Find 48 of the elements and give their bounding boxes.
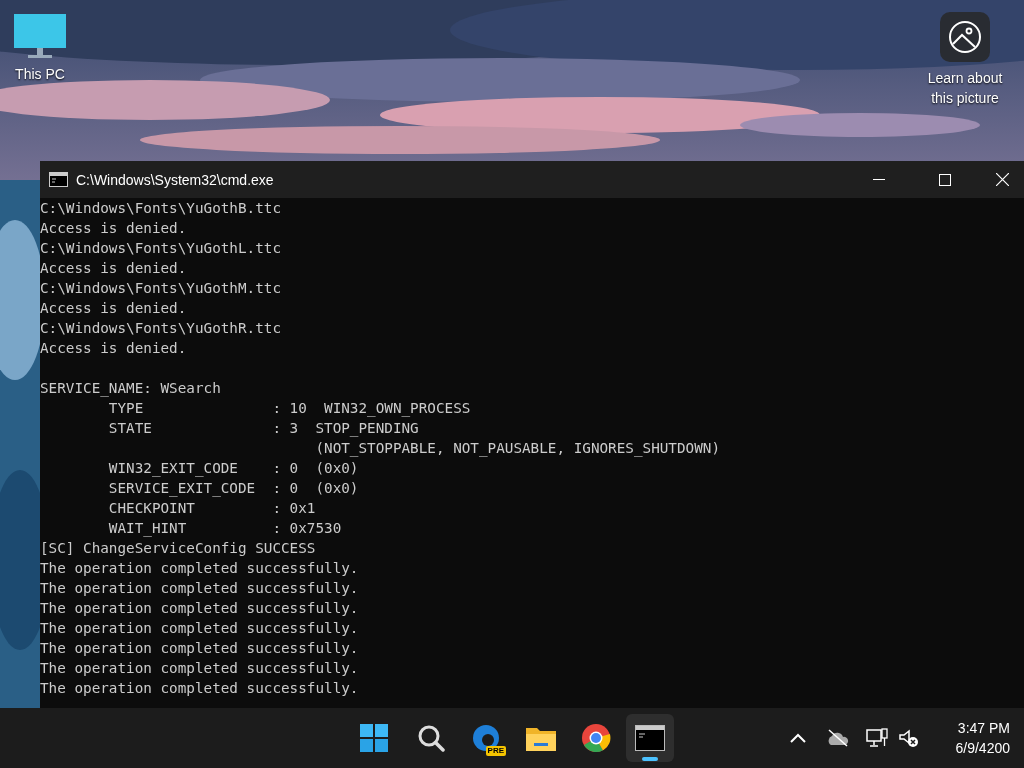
chrome-icon <box>581 723 611 753</box>
desktop-icon-label[interactable]: This PC <box>15 64 65 84</box>
folder-icon <box>526 725 556 751</box>
cloud-off-icon <box>826 729 850 747</box>
windows-logo-icon <box>360 724 388 752</box>
spotlight-button[interactable] <box>940 12 990 62</box>
badge: PRE <box>485 746 506 756</box>
clock-button[interactable]: 3:47 PM 6/9/4200 <box>955 718 1010 758</box>
terminal-icon <box>635 725 665 751</box>
volume-muted-icon <box>898 728 920 748</box>
close-icon <box>996 173 1009 186</box>
console-line: The operation completed successfully. <box>40 579 360 598</box>
active-indicator <box>642 757 658 761</box>
console-line: (NOT_STOPPABLE, NOT_PAUSABLE, IGNORES_SHUTDOWN) <box>314 439 721 458</box>
console-line: WAIT_HINT : 0x7530 <box>107 519 343 538</box>
console-line: The operation completed successfully. <box>40 659 360 678</box>
network-icon <box>866 728 888 748</box>
console-line: The operation completed successfully. <box>40 599 360 618</box>
monitor-icon[interactable] <box>14 12 66 60</box>
minimize-icon <box>873 178 885 181</box>
console-line: Access is denied. <box>40 219 188 238</box>
console-line: WIN32_EXIT_CODE : 0 (0x0) <box>107 459 360 478</box>
console-line: Access is denied. <box>40 339 188 358</box>
console-line: The operation completed successfully. <box>40 679 360 698</box>
taskbar-app-button[interactable] <box>626 714 674 762</box>
console-line: C:\Windows\Fonts\YuGothL.ttc <box>40 239 282 258</box>
landscape-icon <box>948 20 982 54</box>
console-line: CHECKPOINT : 0x1 <box>107 499 317 518</box>
spotlight-label[interactable]: Learn about this picture <box>927 68 1003 108</box>
console-line: SERVICE_EXIT_CODE : 0 (0x0) <box>107 479 360 498</box>
chevron-up-icon <box>790 733 806 743</box>
taskbar-app-button[interactable]: PRE <box>462 714 510 762</box>
console-line: SERVICE_NAME: WSearch <box>40 379 222 398</box>
console-line: C:\Windows\Fonts\YuGothB.ttc <box>40 199 282 218</box>
console-line: The operation completed successfully. <box>40 639 360 658</box>
console-line: TYPE : 10 WIN32_OWN_PROCESS <box>107 399 472 418</box>
search-icon <box>417 724 445 752</box>
console-line: [SC] ChangeServiceConfig SUCCESS <box>40 539 317 558</box>
window-title: C:\Windows\System32\cmd.exe <box>76 171 275 188</box>
maximize-icon <box>939 173 951 186</box>
console-line: STATE : 3 STOP_PENDING <box>107 419 420 438</box>
console-line: Access is denied. <box>40 259 188 278</box>
console-line: C:\Windows\Fonts\YuGothM.ttc <box>40 279 282 298</box>
console-line: C:\Windows\Fonts\YuGothR.ttc <box>40 319 282 338</box>
console-line: The operation completed successfully. <box>40 619 360 638</box>
console-icon <box>49 172 68 187</box>
console-line: Access is denied. <box>40 299 188 318</box>
console-line: The operation completed successfully. <box>40 559 360 578</box>
